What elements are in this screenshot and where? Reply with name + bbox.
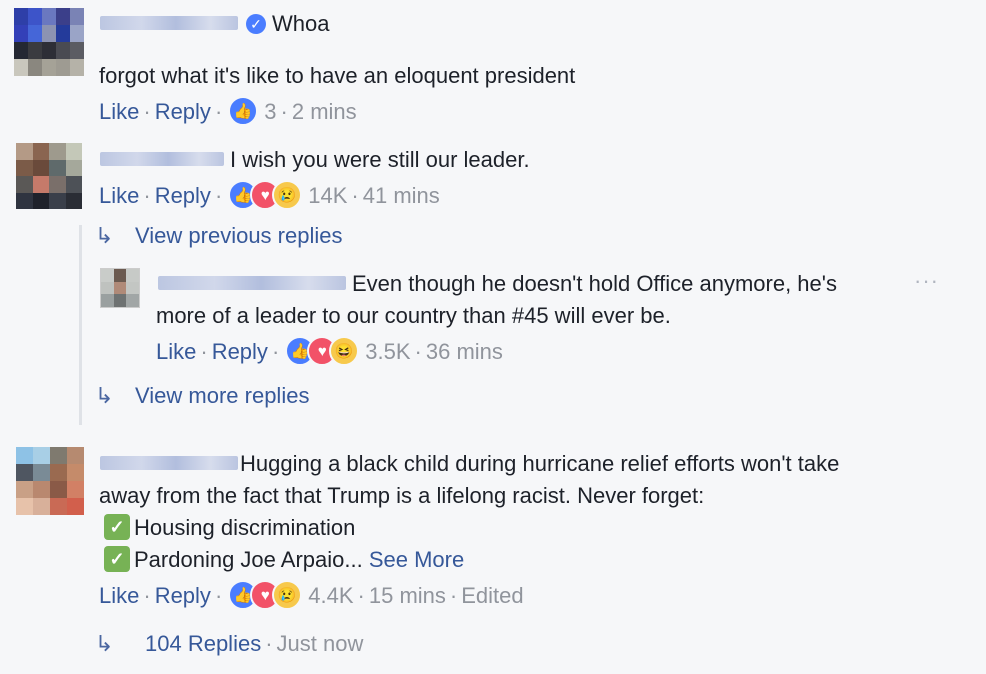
author-name-redacted[interactable] [100,456,238,470]
reply-button[interactable]: Reply [155,99,211,124]
comment-text: Hugging a black child during hurricane r… [240,451,840,476]
reaction-count[interactable]: 14K [308,183,347,208]
haha-reaction-icon: 😆 [329,336,360,367]
verified-badge-icon: ✓ [246,14,266,34]
view-previous-replies-link[interactable]: View previous replies [135,223,342,248]
list-item: ✓ Pardoning Joe Arpaio... See More [104,544,464,576]
like-button[interactable]: Like [156,339,196,364]
reply-arrow-icon: ↳ [95,383,114,408]
separator: · [351,183,359,208]
reply-arrow-icon: ↳ [95,223,114,248]
reactions[interactable]: 👍 ♥ 😢 [228,180,303,211]
separator: · [357,583,365,608]
separator: · [214,183,223,208]
see-more-link[interactable]: See More [369,547,464,572]
reply-thread-line [79,225,82,425]
reaction-count[interactable]: 4.4K [308,583,353,608]
list-item: ✓ Housing discrimination [104,512,355,544]
like-reaction-icon: 👍 [228,96,259,127]
comment-text: Even though he doesn't hold Office anymo… [352,271,837,296]
comment-actions: Like · Reply · 👍 ♥ 😆 3.5K · 36 mins [156,336,503,368]
comment-text: forgot what it's like to have an eloquen… [99,63,576,88]
separator: · [143,183,151,208]
comment-actions: Like · Reply · 👍 3 · 2 mins [99,96,357,128]
avatar[interactable] [14,8,84,76]
view-more-replies-link[interactable]: View more replies [135,383,309,408]
reactions[interactable]: 👍 [228,96,259,127]
replies-timestamp: Just now [276,631,364,656]
sad-reaction-icon: 😢 [272,580,303,611]
separator: · [414,339,422,364]
separator: · [280,99,288,124]
list-item-text: Pardoning Joe Arpaio... [134,547,363,572]
reactions[interactable]: 👍 ♥ 😆 [285,336,360,367]
author-name-redacted[interactable] [158,276,346,290]
more-options-icon[interactable]: ··· [914,268,939,294]
check-mark-icon: ✓ [104,546,130,573]
sad-reaction-icon: 😢 [272,180,303,211]
author-name-redacted[interactable] [100,16,238,30]
comment-actions: Like · Reply · 👍 ♥ 😢 4.4K · 15 mins · Edited [99,580,524,612]
author-name-redacted[interactable] [100,152,224,166]
replies-count-link[interactable]: 104 Replies [145,631,261,656]
comment-text: away from the fact that Trump is a lifel… [99,483,705,508]
avatar[interactable] [100,268,140,308]
reaction-count[interactable]: 3.5K [365,339,410,364]
separator: · [214,99,223,124]
reply-button[interactable]: Reply [155,183,211,208]
separator: · [449,583,458,608]
comment-text: I wish you were still our leader. [230,147,530,172]
reply-arrow-icon: ↳ [95,631,114,656]
reactions[interactable]: 👍 ♥ 😢 [228,580,303,611]
view-more-replies[interactable]: ↳ View more replies [95,382,309,410]
comment-text: Whoa [272,11,330,36]
comment-text: more of a leader to our country than #45… [156,303,671,328]
reply-button[interactable]: Reply [155,583,211,608]
separator: · [200,339,208,364]
separator: · [265,631,273,656]
check-mark-icon: ✓ [104,514,130,541]
reaction-count[interactable]: 3 [264,99,276,124]
comment-actions: Like · Reply · 👍 ♥ 😢 14K · 41 mins [99,180,440,212]
avatar[interactable] [16,143,82,209]
like-button[interactable]: Like [99,183,139,208]
replies-summary[interactable]: ↳ 104 Replies · Just now [95,630,363,658]
timestamp[interactable]: 36 mins [426,339,503,364]
reply-button[interactable]: Reply [212,339,268,364]
separator: · [143,99,151,124]
list-item-text: Housing discrimination [134,515,356,540]
like-button[interactable]: Like [99,99,139,124]
separator: · [214,583,223,608]
timestamp[interactable]: 2 mins [292,99,357,124]
like-button[interactable]: Like [99,583,139,608]
avatar[interactable] [16,447,84,515]
timestamp[interactable]: 41 mins [363,183,440,208]
separator: · [143,583,151,608]
timestamp[interactable]: 15 mins [369,583,446,608]
edited-label[interactable]: Edited [461,583,523,608]
view-previous-replies[interactable]: ↳ View previous replies [95,222,342,250]
separator: · [271,339,280,364]
